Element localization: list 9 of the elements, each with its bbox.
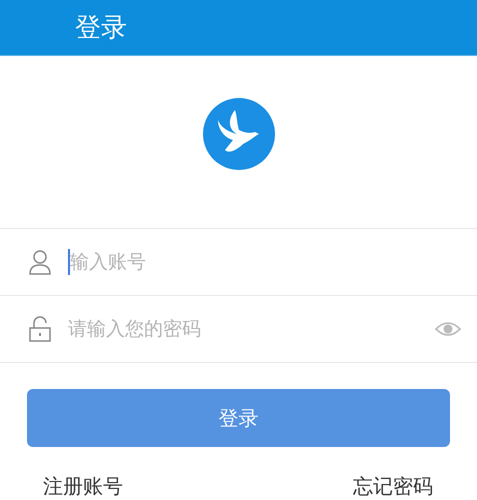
input-field[interactable]: 请输入您的密码 [68,318,435,340]
dove-logo-icon [202,98,274,170]
text-link[interactable]: 注册账号 [43,473,123,500]
eye-icon[interactable] [435,320,461,338]
text-link[interactable]: 忘记密码 [353,473,433,500]
input-field[interactable]: 输入账号 [70,251,461,273]
page-title: 登录 [75,12,127,45]
user-icon [28,249,52,275]
lock-icon [28,316,52,342]
